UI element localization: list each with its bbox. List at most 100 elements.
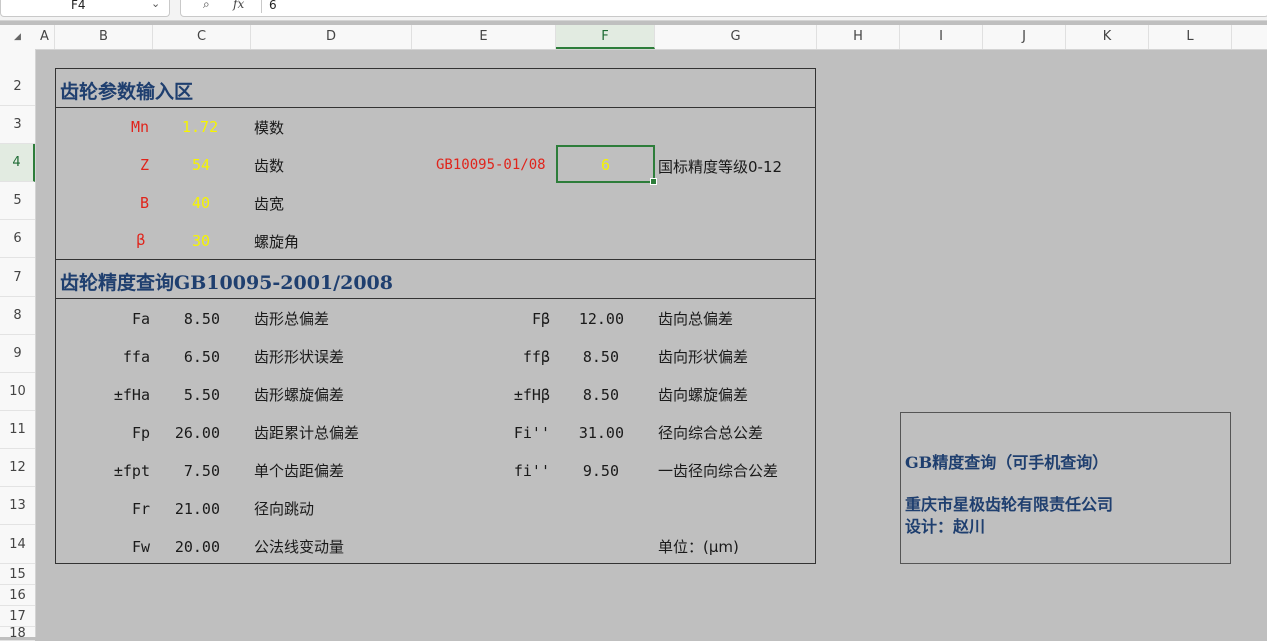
column-header-a[interactable]: A (35, 25, 55, 49)
grade-value[interactable]: 6 (556, 156, 655, 174)
result-value-fa: 8.50 (183, 310, 220, 328)
result-value-fr: 21.00 (174, 500, 220, 518)
param-value-z[interactable]: 54 (192, 156, 210, 174)
result-symbol-fha: ±fHa (113, 386, 150, 404)
column-header-l[interactable]: L (1149, 25, 1232, 49)
param-symbol-b: B (140, 194, 150, 212)
result-label-ffbeta: 齿向形状偏差 (658, 348, 749, 366)
section2-title: 齿轮精度查询GB10095-2001/2008 (60, 272, 393, 294)
grade-label: 国标精度等级0-12 (658, 158, 783, 176)
param-label-z: 齿数 (254, 157, 285, 175)
result-symbol-fr: Fr (131, 500, 150, 518)
column-header-c[interactable]: C (153, 25, 251, 49)
result-value-fbeta: 12.00 (578, 310, 624, 328)
standard-label: GB10095-01/08 (436, 157, 546, 173)
info-designer-text: 设计：赵川 (905, 517, 986, 536)
result-label-fha: 齿形螺旋偏差 (254, 386, 345, 404)
result-value-fi-single: 9.50 (582, 462, 619, 480)
result-label-fbeta: 齿向总偏差 (658, 310, 734, 328)
name-box-value: F4 (71, 0, 86, 12)
row-header-7[interactable]: 7 (0, 258, 35, 297)
info-box: GB精度查询（可手机查询） 重庆市星极齿轮有限责任公司 设计：赵川 (900, 412, 1231, 564)
param-label-beta: 螺旋角 (254, 233, 300, 251)
result-label-fp: 齿距累计总偏差 (254, 424, 360, 442)
result-label-fa: 齿形总偏差 (254, 310, 330, 328)
column-header-i[interactable]: I (900, 25, 983, 49)
param-value-mn[interactable]: 1.72 (182, 118, 218, 136)
row-header-15[interactable]: 15 (0, 564, 35, 585)
param-symbol-z: Z (140, 156, 150, 174)
result-value-fhbeta: 8.50 (582, 386, 619, 404)
result-symbol-fp: Fp (131, 424, 150, 442)
name-box[interactable]: F4 ⌄ (0, 0, 170, 17)
result-value-ffa: 6.50 (183, 348, 220, 366)
column-header-j[interactable]: J (983, 25, 1066, 49)
section2-divider (55, 298, 816, 299)
divider (261, 0, 262, 13)
column-header-e[interactable]: E (412, 25, 556, 49)
fill-handle[interactable] (650, 178, 657, 185)
result-symbol-fa: Fa (131, 310, 150, 328)
info-query-text: GB精度查询（可手机查询） (905, 453, 1109, 472)
result-value-fw: 20.00 (174, 538, 220, 556)
function-icon[interactable]: fx (233, 0, 244, 11)
row-header-14[interactable]: 14 (0, 525, 35, 564)
param-label-b: 齿宽 (254, 195, 285, 213)
formula-value[interactable]: 6 (269, 0, 277, 12)
param-label-mn: 模数 (254, 119, 285, 137)
section1-title: 齿轮参数输入区 (60, 81, 194, 103)
result-symbol-fhbeta: ±fHβ (513, 386, 550, 404)
column-header-d[interactable]: D (251, 25, 412, 49)
result-label-ffa: 齿形形状误差 (254, 348, 345, 366)
param-value-b[interactable]: 40 (192, 194, 210, 212)
row-header-13[interactable]: 13 (0, 487, 35, 525)
result-symbol-fpt: ±fpt (113, 462, 150, 480)
row-header-12[interactable]: 12 (0, 449, 35, 487)
param-symbol-beta: β (136, 231, 146, 249)
result-symbol-fi-single: fi'' (513, 462, 550, 480)
zoom-search-icon[interactable]: ⌕ (203, 0, 210, 12)
column-header-g[interactable]: G (655, 25, 817, 49)
select-all-corner[interactable]: ◢ (0, 25, 35, 49)
result-symbol-fi-total: Fi'' (513, 424, 550, 442)
formula-input[interactable]: ⌕ fx 6 (180, 0, 1267, 17)
result-label-fhbeta: 齿向螺旋偏差 (658, 386, 749, 404)
row-header-11[interactable]: 11 (0, 411, 35, 449)
row-header-10[interactable]: 10 (0, 373, 35, 411)
row-header-8[interactable]: 8 (0, 297, 35, 335)
row-header-9[interactable]: 9 (0, 335, 35, 373)
section1-divider (55, 107, 816, 108)
result-label-fw: 公法线变动量 (254, 538, 345, 556)
column-header-bar: ◢ A B C D E F G H I J K L (0, 25, 1267, 50)
chevron-down-icon[interactable]: ⌄ (151, 0, 160, 10)
result-symbol-fbeta: Fβ (531, 310, 550, 328)
column-header-f[interactable]: F (556, 25, 655, 49)
row-header-6[interactable]: 6 (0, 220, 35, 258)
row-header-17[interactable]: 17 (0, 606, 35, 627)
param-value-beta[interactable]: 30 (192, 232, 210, 250)
column-header-k[interactable]: K (1066, 25, 1149, 49)
row-header-3[interactable]: 3 (0, 106, 35, 144)
row-header-5[interactable]: 5 (0, 182, 35, 220)
row-header-2[interactable]: 2 (0, 68, 35, 106)
result-label-fpt: 单个齿距偏差 (254, 462, 345, 480)
row-header-bar: 2 3 4 5 6 7 8 9 10 11 12 13 14 15 16 17 … (0, 49, 36, 641)
unit-label: 单位：(μm) (658, 538, 739, 556)
result-label-fi-total: 径向综合总公差 (658, 424, 764, 442)
result-value-fp: 26.00 (174, 424, 220, 442)
section2-top-divider (55, 259, 816, 260)
row-header-16[interactable]: 16 (0, 585, 35, 606)
row-header-4[interactable]: 4 (0, 144, 35, 182)
info-company-text: 重庆市星极齿轮有限责任公司 (905, 495, 1114, 514)
param-symbol-mn: Mn (131, 118, 150, 136)
column-header-b[interactable]: B (55, 25, 153, 49)
result-label-fi-single: 一齿径向综合公差 (658, 462, 779, 480)
row-header-18[interactable]: 18 (0, 626, 35, 641)
formula-bar: F4 ⌄ ⌕ fx 6 (0, 0, 1267, 21)
result-value-fpt: 7.50 (183, 462, 220, 480)
result-symbol-ffa: ffa (122, 348, 150, 366)
result-value-ffbeta: 8.50 (582, 348, 619, 366)
result-value-fi-total: 31.00 (578, 424, 624, 442)
column-header-h[interactable]: H (817, 25, 900, 49)
result-symbol-ffbeta: ffβ (522, 348, 550, 366)
